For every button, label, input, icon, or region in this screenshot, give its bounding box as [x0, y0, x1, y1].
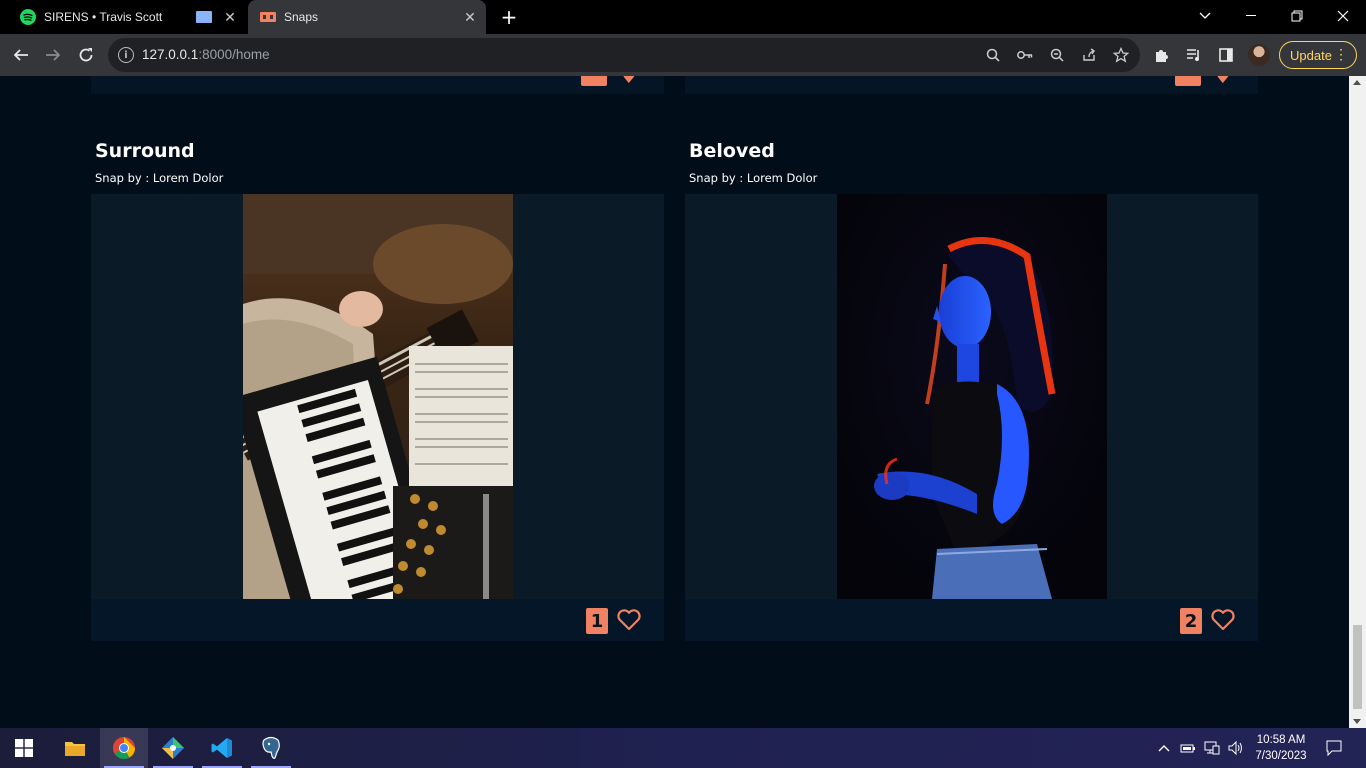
like-count-badge: 1: [586, 608, 608, 634]
windows-start-icon[interactable]: [0, 728, 48, 768]
snap-card: Surround Snap by : Lorem Dolor 1: [91, 140, 664, 641]
scroll-up-icon[interactable]: [1353, 80, 1361, 85]
chevron-up-icon[interactable]: [1154, 728, 1174, 768]
reload-button[interactable]: [73, 42, 99, 68]
minimize-button[interactable]: [1228, 0, 1274, 32]
pgadmin-icon[interactable]: [247, 728, 295, 768]
update-label: Update: [1290, 47, 1332, 63]
file-explorer-icon[interactable]: [51, 728, 99, 768]
tab-title: Snaps: [284, 10, 319, 24]
back-button[interactable]: [8, 42, 34, 68]
git-kraken-icon[interactable]: [149, 728, 197, 768]
scroll-thumb[interactable]: [1353, 625, 1362, 709]
site-info-icon[interactable]: i: [118, 47, 134, 63]
previous-card-footer: ♥: [685, 76, 1258, 94]
key-icon[interactable]: [1016, 46, 1034, 64]
restore-button[interactable]: [1274, 0, 1320, 32]
snap-author: Snap by : Lorem Dolor: [95, 171, 224, 185]
snap-title: Beloved: [689, 140, 775, 162]
close-tab-icon[interactable]: ✕: [462, 9, 478, 25]
address-bar[interactable]: i 127.0.0.1:8000/home: [108, 38, 1140, 72]
snap-footer: 2: [685, 599, 1258, 641]
snaps-icon: [260, 9, 276, 25]
like-count-badge: [1175, 76, 1201, 86]
network-icon[interactable]: [1202, 728, 1222, 768]
windows-taskbar: 10:58 AM 7/30/2023: [0, 728, 1366, 768]
share-icon[interactable]: [1080, 46, 1098, 64]
heart-icon[interactable]: [1210, 608, 1236, 632]
media-control-icon[interactable]: [1184, 45, 1204, 65]
side-panel-icon[interactable]: [1216, 45, 1236, 65]
tab-strip: SIRENS • Travis Scott ✕ Snaps ✕ +: [0, 0, 1366, 34]
close-window-button[interactable]: [1320, 0, 1366, 32]
scroll-down-icon[interactable]: [1353, 719, 1361, 724]
heart-icon[interactable]: ♥: [1216, 76, 1230, 87]
browser-toolbar: i 127.0.0.1:8000/home Update ⋮: [0, 34, 1366, 76]
forward-button[interactable]: [40, 42, 66, 68]
like-count-badge: 2: [1180, 608, 1202, 634]
tab-snaps[interactable]: Snaps ✕: [248, 0, 486, 34]
heart-icon[interactable]: [616, 608, 642, 632]
clock-date: 7/30/2023: [1255, 750, 1307, 762]
like-count-badge: [581, 76, 607, 86]
battery-icon[interactable]: [1178, 728, 1198, 768]
profile-avatar[interactable]: [1248, 44, 1270, 66]
snap-card: Beloved Snap by : Lorem Dolor 2: [685, 140, 1258, 641]
snap-title: Surround: [95, 140, 195, 162]
bookmark-star-icon[interactable]: [1112, 46, 1130, 64]
search-icon[interactable]: [984, 46, 1002, 64]
new-tab-button[interactable]: +: [498, 5, 520, 29]
snap-image-frame: [685, 194, 1258, 599]
previous-card-footer: ♥: [91, 76, 664, 94]
close-tab-icon[interactable]: ✕: [222, 9, 238, 25]
chrome-icon[interactable]: [100, 728, 148, 768]
page-scrollbar[interactable]: [1349, 76, 1366, 728]
system-clock[interactable]: 10:58 AM 7/30/2023: [1246, 732, 1316, 764]
snap-author: Snap by : Lorem Dolor: [689, 171, 818, 185]
vscode-icon[interactable]: [198, 728, 246, 768]
url-text[interactable]: 127.0.0.1:8000/home: [142, 47, 270, 62]
snap-image-frame: [91, 194, 664, 599]
update-button[interactable]: Update ⋮: [1279, 41, 1357, 69]
snap-footer: 1: [91, 599, 664, 641]
guitar-piano-photo[interactable]: [243, 194, 513, 599]
page-content: ♥ ♥ Surround Snap by : Lorem Dolor 1 Bel…: [0, 76, 1349, 728]
heart-icon[interactable]: ♥: [622, 76, 636, 87]
volume-icon[interactable]: [1226, 728, 1246, 768]
woman-neon-portrait-photo[interactable]: [837, 194, 1107, 599]
tab-search-icon[interactable]: [1182, 0, 1228, 32]
tab-title: SIRENS • Travis Scott: [44, 10, 163, 24]
zoom-out-icon[interactable]: [1048, 46, 1066, 64]
spotify-icon: [20, 9, 36, 25]
tab-spotify[interactable]: SIRENS • Travis Scott ✕: [8, 0, 246, 34]
more-menu-icon[interactable]: ⋮: [1334, 46, 1348, 63]
extensions-icon[interactable]: [1152, 45, 1172, 65]
media-playing-icon[interactable]: [196, 11, 212, 23]
clock-time: 10:58 AM: [1256, 734, 1306, 746]
notifications-icon[interactable]: [1322, 728, 1346, 768]
